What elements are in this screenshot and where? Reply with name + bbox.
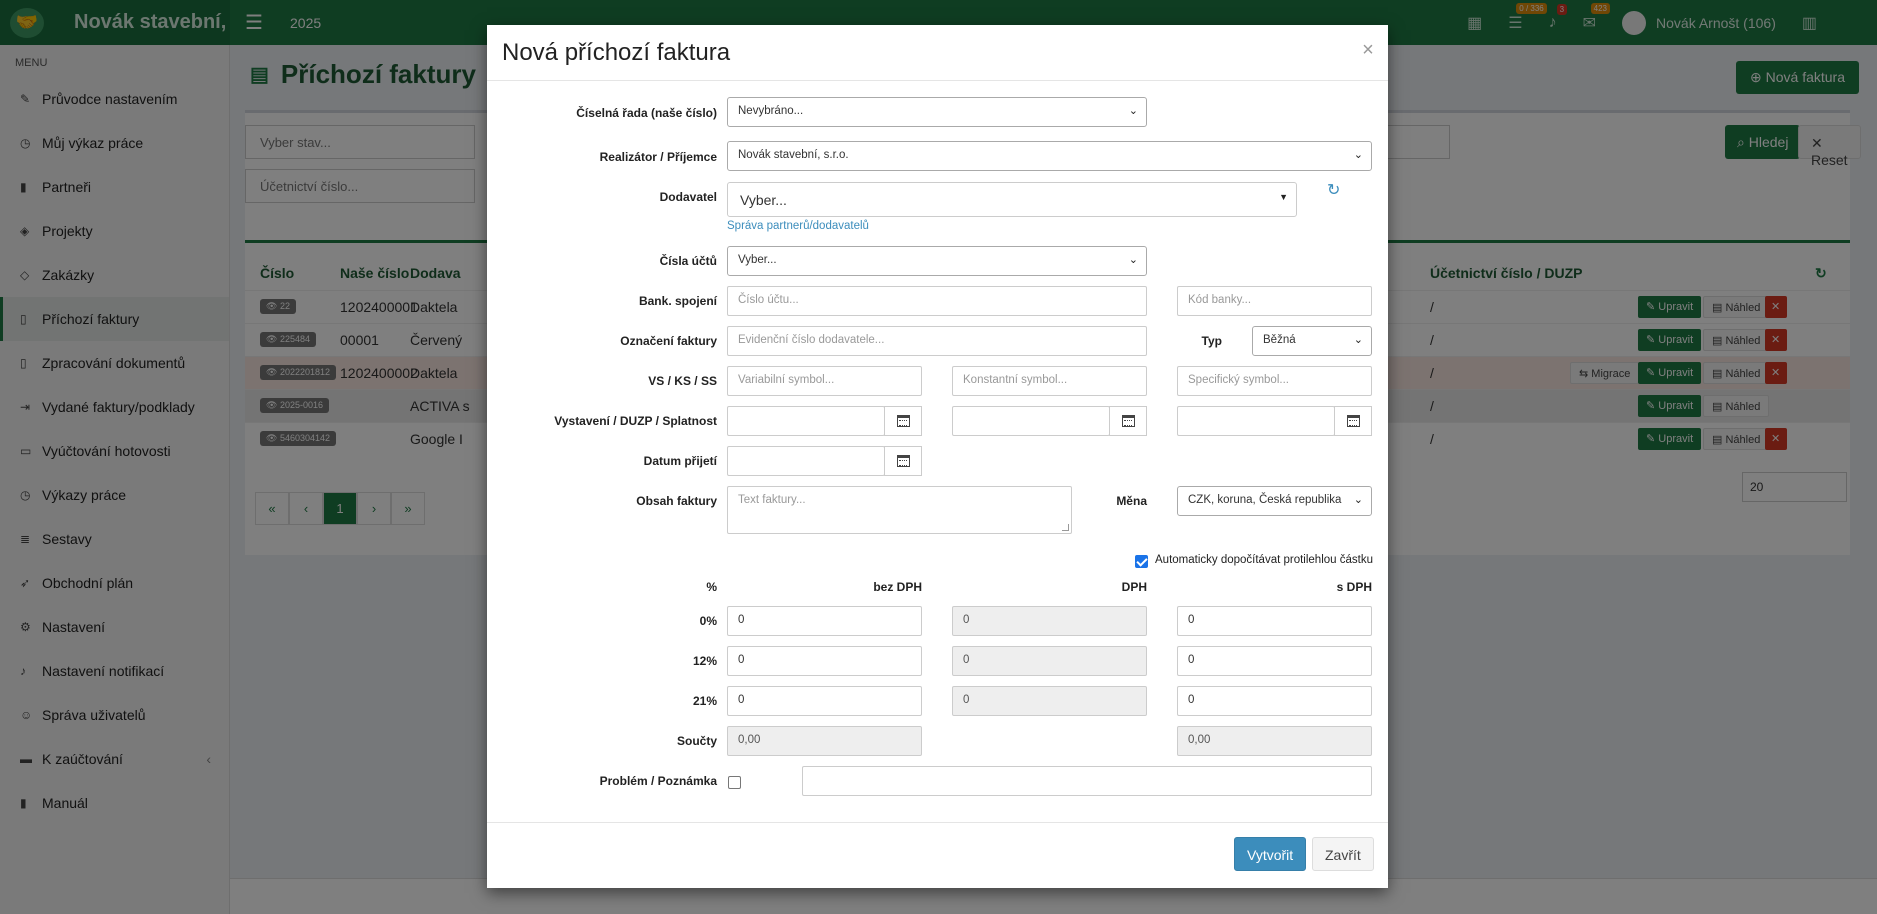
modal-title: Nová příchozí faktura (502, 39, 731, 66)
received-date-label: Datum přijetí (643, 454, 717, 468)
problem-note-input[interactable] (802, 766, 1372, 796)
accounts-select[interactable]: Vyber... ⌄ (727, 246, 1147, 276)
refresh-icon[interactable]: ↻ (1327, 180, 1340, 200)
vat-12-input: 0 (952, 646, 1147, 676)
new-invoice-modal: Nová příchozí faktura × Číselná řada (na… (487, 25, 1388, 888)
supplier-label: Dodavatel (659, 190, 717, 204)
vat-rate-label: 21% (692, 694, 717, 708)
constant-symbol-input[interactable]: Konstantní symbol... (952, 366, 1147, 396)
auto-calc-label: Automaticky dopočítávat protilehlou část… (1155, 554, 1373, 566)
close-button[interactable]: Zavřít (1312, 837, 1374, 871)
duzp-date-calendar[interactable] (1109, 406, 1147, 436)
series-select[interactable]: Nevybráno... ⌄ (727, 97, 1147, 127)
base-21-input[interactable]: 0 (727, 686, 922, 716)
currency-select[interactable]: CZK, koruna, Česká republika ⌄ (1177, 486, 1372, 516)
chevron-down-icon: ⌄ (1128, 254, 1138, 266)
calendar-icon (896, 455, 910, 467)
accounts-label: Čísla účtů (659, 254, 717, 268)
calendar-icon (1121, 415, 1135, 427)
type-label: Typ (1201, 334, 1222, 348)
bank-label: Bank. spojení (638, 294, 717, 308)
issue-date-calendar[interactable] (884, 406, 922, 436)
duzp-date-input[interactable] (952, 406, 1110, 436)
triangle-down-icon: ▼ (1279, 192, 1288, 202)
type-select[interactable]: Běžná ⌄ (1252, 326, 1372, 356)
due-date-calendar[interactable] (1334, 406, 1372, 436)
due-date-input[interactable] (1177, 406, 1335, 436)
vat-amount-header: DPH (1121, 580, 1147, 594)
calendar-icon (896, 415, 910, 427)
problem-label: Problém / Poznámka (599, 774, 717, 788)
content-label: Obsah faktury (636, 494, 717, 508)
modal-footer: Vytvořit Zavřít (487, 822, 1388, 888)
chevron-down-icon: ⌄ (1353, 149, 1363, 161)
account-number-input[interactable]: Číslo účtu... (727, 286, 1147, 316)
symbols-label: VS / KS / SS (648, 374, 717, 388)
content-textarea[interactable]: Text faktury... (727, 486, 1072, 534)
invoice-mark-label: Označení faktury (620, 334, 717, 348)
close-icon[interactable]: × (1360, 39, 1376, 61)
base-12-input[interactable]: 0 (727, 646, 922, 676)
supplier-evidence-input[interactable]: Evidenční číslo dodavatele... (727, 326, 1147, 356)
vat-base-header: bez DPH (873, 580, 922, 594)
currency-label: Měna (1116, 494, 1147, 508)
realizator-label: Realizátor / Příjemce (599, 150, 717, 164)
sum-total-output: 0,00 (1177, 726, 1372, 756)
bank-code-input[interactable]: Kód banky... (1177, 286, 1372, 316)
vat-21-input: 0 (952, 686, 1147, 716)
total-0-input[interactable]: 0 (1177, 606, 1372, 636)
modal-header: Nová příchozí faktura × (487, 25, 1388, 81)
vat-total-header: s DPH (1336, 580, 1372, 594)
realizator-select[interactable]: Novák stavební, s.r.o. ⌄ (727, 141, 1372, 171)
chevron-down-icon: ⌄ (1353, 334, 1363, 346)
supplier-management-link[interactable]: Správa partnerů/dodavatelů (727, 220, 869, 232)
sum-base-output: 0,00 (727, 726, 922, 756)
problem-checkbox[interactable] (728, 776, 741, 789)
sums-label: Součty (676, 734, 717, 748)
vat-0-input: 0 (952, 606, 1147, 636)
variable-symbol-input[interactable]: Variabilní symbol... (727, 366, 922, 396)
issue-date-input[interactable] (727, 406, 885, 436)
total-21-input[interactable]: 0 (1177, 686, 1372, 716)
series-label: Číselná řada (naše číslo) (576, 106, 717, 120)
create-button[interactable]: Vytvořit (1234, 837, 1307, 871)
specific-symbol-input[interactable]: Specifický symbol... (1177, 366, 1372, 396)
total-12-input[interactable]: 0 (1177, 646, 1372, 676)
received-date-calendar[interactable] (884, 446, 922, 476)
supplier-select[interactable]: Vyber... ▼ (727, 182, 1297, 217)
dates-label: Vystavení / DUZP / Splatnost (554, 414, 717, 428)
calendar-icon (1346, 415, 1360, 427)
vat-rate-label: 0% (699, 614, 717, 628)
received-date-input[interactable] (727, 446, 885, 476)
chevron-down-icon: ⌄ (1353, 494, 1363, 506)
vat-pct-header: % (706, 580, 717, 594)
vat-rate-label: 12% (692, 654, 717, 668)
auto-calc-checkbox[interactable] (1135, 555, 1148, 568)
chevron-down-icon: ⌄ (1128, 105, 1138, 117)
base-0-input[interactable]: 0 (727, 606, 922, 636)
